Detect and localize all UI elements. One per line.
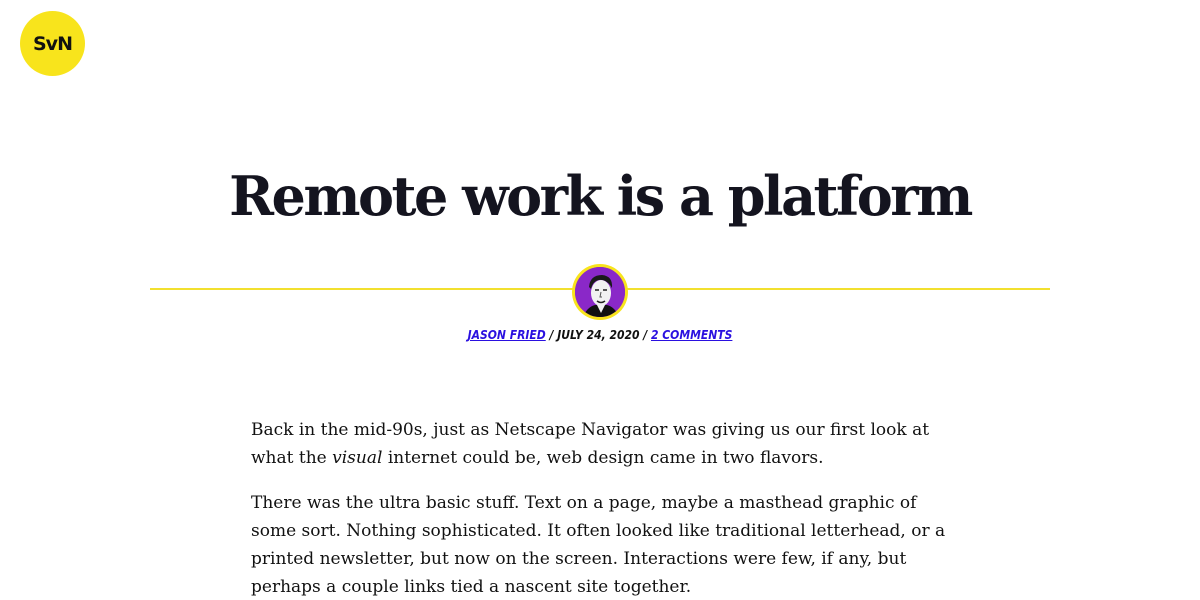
paragraph: There was the ultra basic stuff. Text on… bbox=[251, 493, 946, 597]
avatar-photo-icon bbox=[575, 267, 625, 317]
post-date: JULY 24, 2020 bbox=[557, 328, 640, 342]
article-body: Back in the mid-90s, just as Netscape Na… bbox=[251, 416, 951, 600]
emphasis-text: visual bbox=[332, 448, 383, 468]
byline-separator: / bbox=[639, 328, 651, 342]
paragraph-text: internet could be, web design came in tw… bbox=[382, 448, 824, 468]
post-byline: JASON FRIED / JULY 24, 2020 / 2 COMMENTS bbox=[0, 326, 1200, 344]
author-link[interactable]: JASON FRIED bbox=[468, 328, 546, 342]
author-avatar[interactable] bbox=[572, 264, 628, 320]
post-title: Remote work is a platform bbox=[229, 164, 973, 228]
paragraph: Back in the mid-90s, just as Netscape Na… bbox=[251, 416, 951, 472]
comments-link[interactable]: 2 COMMENTS bbox=[651, 328, 732, 342]
byline-separator: / bbox=[545, 328, 558, 342]
svn-logo[interactable]: SvN bbox=[20, 11, 85, 76]
